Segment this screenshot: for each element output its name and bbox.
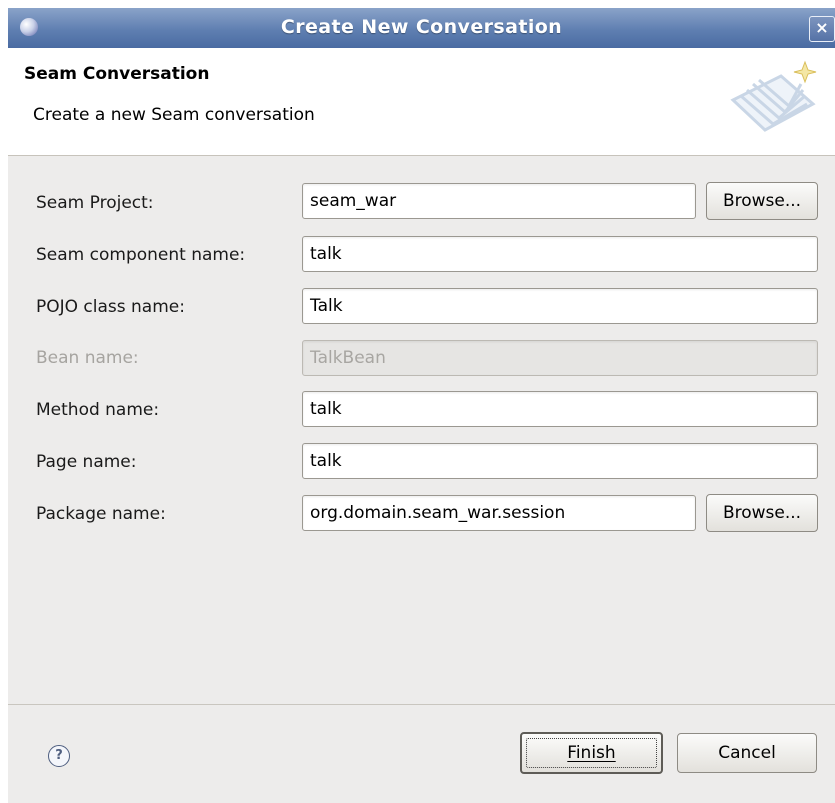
wizard-banner: Seam Conversation Create a new Seam conv…	[8, 48, 835, 156]
component-name-label: Seam component name:	[36, 245, 246, 265]
cancel-button[interactable]: Cancel	[677, 733, 817, 773]
package-name-label: Package name:	[36, 504, 166, 524]
seam-project-field[interactable]: seam_war	[302, 183, 696, 219]
seam-project-browse-button[interactable]: Browse...	[706, 182, 818, 220]
pojo-class-field[interactable]: Talk	[302, 288, 818, 324]
bean-name-field: TalkBean	[302, 340, 818, 376]
method-name-field[interactable]: talk	[302, 391, 818, 427]
button-bar: ? Finish Cancel	[8, 704, 835, 803]
dialog-title: Create New Conversation	[280, 16, 563, 38]
bean-name-label: Bean name:	[36, 348, 139, 368]
banner-subtitle: Create a new Seam conversation	[33, 105, 315, 125]
method-name-label: Method name:	[36, 400, 160, 420]
help-icon[interactable]: ?	[48, 745, 70, 767]
package-name-browse-button[interactable]: Browse...	[706, 494, 818, 532]
pojo-class-label: POJO class name:	[36, 297, 185, 317]
form-area: Seam Project: seam_war Browse... Seam co…	[8, 156, 835, 704]
page-name-field[interactable]: talk	[302, 443, 818, 479]
dialog-titlebar[interactable]: Create New Conversation ×	[8, 8, 835, 49]
wizard-banner-icon	[730, 60, 817, 132]
package-name-field[interactable]: org.domain.seam_war.session	[302, 495, 696, 531]
finish-button[interactable]: Finish	[520, 732, 663, 774]
banner-title: Seam Conversation	[24, 64, 210, 84]
page-name-label: Page name:	[36, 452, 137, 472]
seam-project-label: Seam Project:	[36, 193, 154, 213]
finish-label: Finish	[567, 743, 616, 763]
close-button[interactable]: ×	[809, 16, 835, 42]
component-name-field[interactable]: talk	[302, 236, 818, 272]
close-icon: ×	[815, 18, 829, 37]
